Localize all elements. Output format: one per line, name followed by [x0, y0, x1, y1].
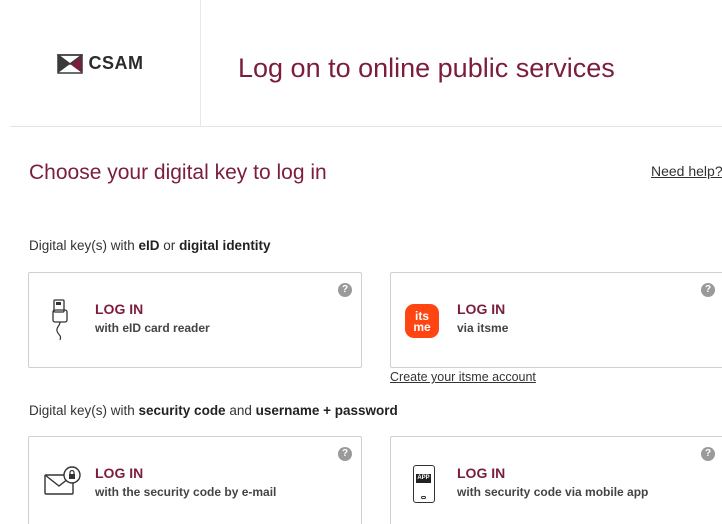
email-lock-icon [43, 465, 83, 502]
help-icon[interactable]: ? [701, 283, 715, 297]
login-card-email[interactable]: LOG IN with the security code by e-mail … [28, 436, 362, 524]
help-icon[interactable]: ? [338, 447, 352, 461]
mobile-app-icon: APP [413, 465, 435, 503]
group-heading-security-code: Digital key(s) with security code and us… [29, 403, 398, 418]
card-subtitle: with security code via mobile app [457, 485, 649, 499]
card-reader-icon [51, 299, 69, 348]
phone-home-button [421, 496, 426, 499]
csam-logo[interactable]: CSAM [56, 53, 144, 74]
section-heading: Choose your digital key to log in [29, 161, 327, 184]
header: CSAM Log on to online public services [0, 0, 722, 127]
card-subtitle: with the security code by e-mail [95, 485, 277, 499]
csam-logo-icon [56, 53, 83, 74]
page: CSAM Log on to online public services Ch… [0, 0, 722, 524]
card-title: LOG IN [95, 465, 144, 481]
group-heading-eid: Digital key(s) with eID or digital ident… [29, 238, 271, 253]
help-icon[interactable]: ? [701, 447, 715, 461]
login-card-mobile-app[interactable]: APP LOG IN with security code via mobile… [390, 436, 722, 524]
card-title: LOG IN [95, 301, 144, 317]
login-card-itsme[interactable]: its me LOG IN via itsme ? [390, 272, 722, 368]
logo-text: CSAM [88, 53, 144, 73]
page-title: Log on to online public services [238, 53, 615, 83]
help-icon[interactable]: ? [338, 283, 352, 297]
need-help-link[interactable]: Need help? [651, 163, 722, 179]
header-divider [10, 126, 722, 127]
itsme-logo: its me [405, 304, 439, 338]
card-subtitle: via itsme [457, 321, 509, 335]
app-badge: APP [416, 474, 431, 483]
create-itsme-account-link[interactable]: Create your itsme account [390, 370, 536, 384]
card-title: LOG IN [457, 301, 506, 317]
card-subtitle: with eID card reader [95, 321, 210, 335]
login-card-eid[interactable]: LOG IN with eID card reader ? [28, 272, 362, 368]
card-title: LOG IN [457, 465, 506, 481]
logo-container: CSAM [0, 0, 201, 127]
